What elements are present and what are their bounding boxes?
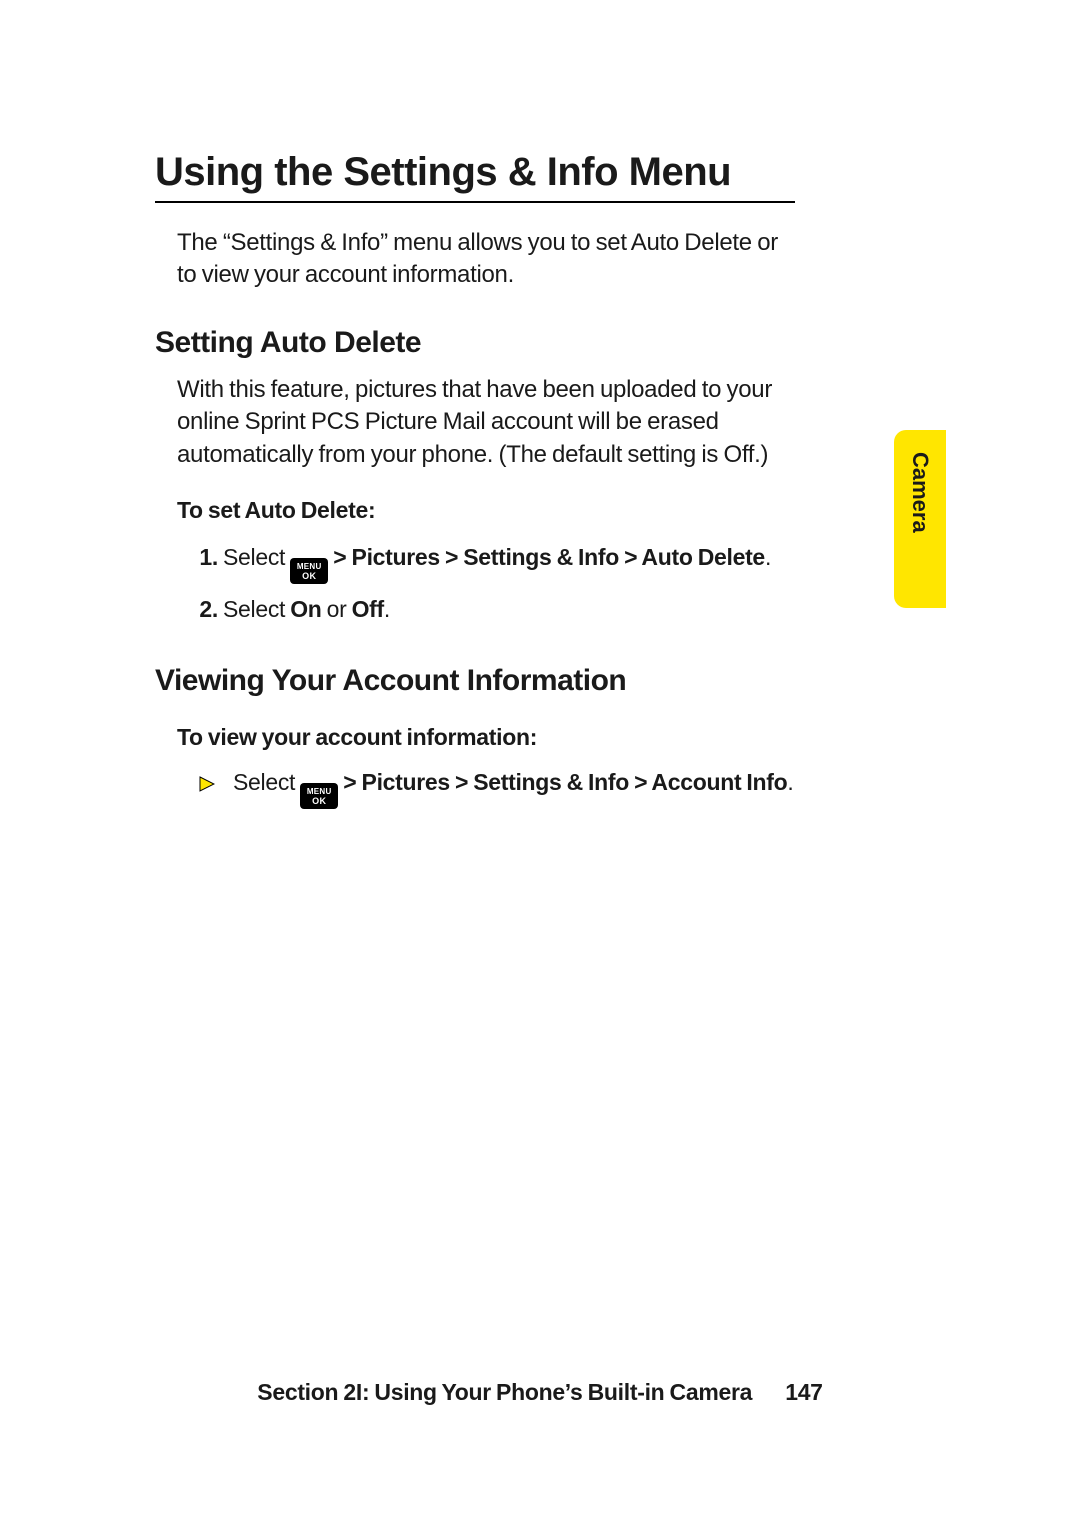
step-2-end: . [384, 596, 390, 622]
section-tab-camera: Camera [894, 430, 946, 608]
step-2-pre: Select [223, 596, 290, 622]
footer-section: Section 2I: Using Your Phone’s Built-in … [257, 1379, 752, 1405]
bullet-end: . [787, 769, 793, 795]
step-1-path: > Pictures > Settings & Info > Auto Dele… [328, 544, 765, 570]
menu-ok-key-icon: MENUOK [300, 783, 338, 809]
page-footer: Section 2I: Using Your Phone’s Built-in … [0, 1379, 1080, 1406]
menu-ok-key-icon: MENUOK [290, 558, 328, 584]
intro-paragraph: The “Settings & Info” menu allows you to… [177, 227, 795, 292]
subhead-auto-delete: Setting Auto Delete [155, 326, 795, 360]
triangle-bullet-icon [199, 767, 215, 802]
step-2: Select On or Off. [223, 590, 795, 629]
manual-page: Using the Settings & Info Menu The “Sett… [0, 0, 1080, 1526]
account-info-step: Select MENUOK > Pictures > Settings & In… [199, 765, 795, 810]
page-title: Using the Settings & Info Menu [155, 150, 795, 203]
step-2-on: On [290, 596, 321, 622]
page-content: Using the Settings & Info Menu The “Sett… [155, 150, 795, 809]
subhead-account-info: Viewing Your Account Information [155, 664, 795, 698]
account-info-leadin: To view your account information: [177, 724, 795, 751]
auto-delete-description: With this feature, pictures that have be… [177, 374, 795, 471]
step-2-off: Off [352, 596, 384, 622]
step-1-pre: Select [223, 544, 290, 570]
auto-delete-steps: Select MENUOK > Pictures > Settings & In… [177, 538, 795, 630]
bullet-pre: Select [233, 769, 300, 795]
section-tab-label: Camera [907, 452, 933, 533]
step-1-end: . [765, 544, 771, 570]
account-info-step-text: Select MENUOK > Pictures > Settings & In… [233, 765, 793, 810]
auto-delete-leadin: To set Auto Delete: [177, 497, 795, 524]
step-2-mid: or [322, 596, 352, 622]
page-number: 147 [785, 1379, 822, 1405]
step-1: Select MENUOK > Pictures > Settings & In… [223, 538, 795, 585]
bullet-path: > Pictures > Settings & Info > Account I… [338, 769, 787, 795]
